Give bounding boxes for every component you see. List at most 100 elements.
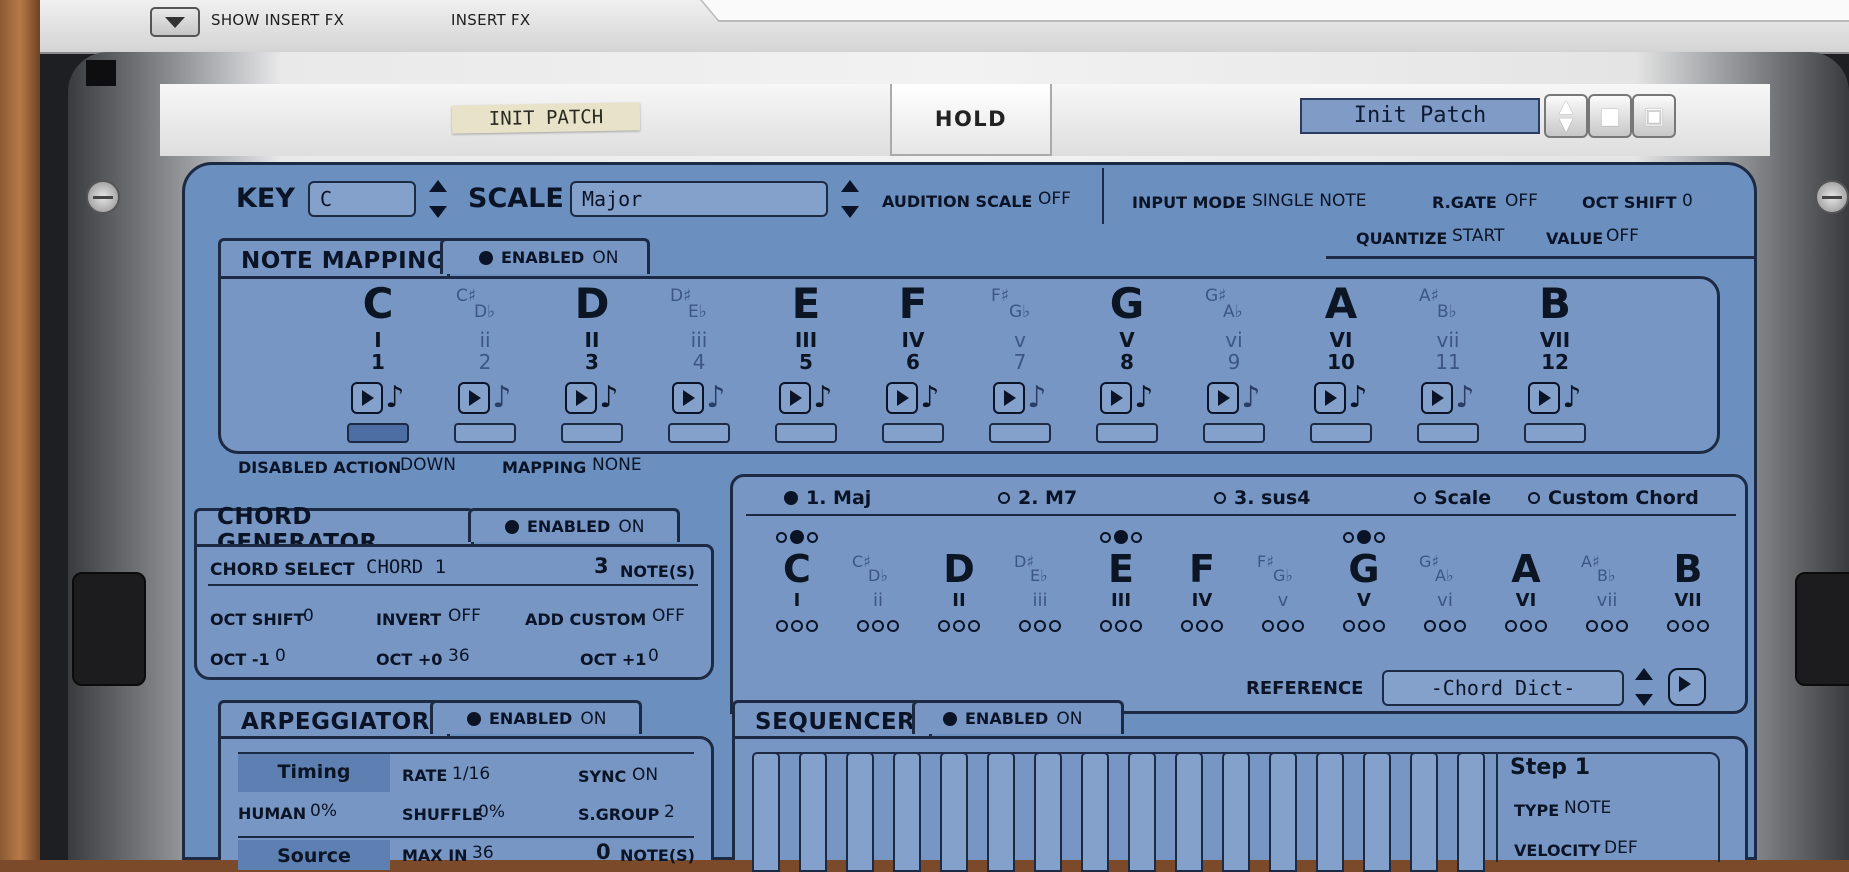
scale-select[interactable]: Major xyxy=(570,181,828,217)
octave-toggle[interactable] xyxy=(1682,620,1694,632)
note-pad[interactable] xyxy=(347,423,409,443)
oct-minus1-value[interactable]: 0 xyxy=(275,646,286,666)
play-note-button[interactable] xyxy=(779,381,812,414)
step-type-value[interactable]: NOTE xyxy=(1564,798,1611,818)
octave-toggle[interactable] xyxy=(1601,620,1613,632)
octave-toggle[interactable] xyxy=(887,620,899,632)
sequencer-step-bar[interactable] xyxy=(1457,752,1485,872)
octave-toggle[interactable] xyxy=(1019,620,1031,632)
octave-toggle[interactable] xyxy=(791,620,803,632)
sequencer-enabled[interactable]: ENABLED ON xyxy=(912,700,1124,734)
chord-note-count[interactable]: 3 xyxy=(594,554,609,578)
octave-toggle[interactable] xyxy=(1277,620,1289,632)
octave-toggle[interactable] xyxy=(1535,620,1547,632)
octave-toggle[interactable] xyxy=(1697,620,1709,632)
chord-option[interactable]: 2. M7 xyxy=(998,487,1077,509)
octave-toggle[interactable] xyxy=(968,620,980,632)
quantize-value[interactable]: START xyxy=(1452,226,1504,246)
play-note-button[interactable] xyxy=(1421,381,1454,414)
patch-browse-updown-button[interactable]: ▲ ▼ xyxy=(1544,94,1588,138)
play-note-button[interactable] xyxy=(565,381,598,414)
octave-toggle[interactable] xyxy=(1454,620,1466,632)
octave-toggle[interactable] xyxy=(1424,620,1436,632)
oct-shift-value[interactable]: 0 xyxy=(1682,191,1693,211)
octave-toggle[interactable] xyxy=(1262,620,1274,632)
chord-oct-shift-value[interactable]: 0 xyxy=(303,606,314,626)
chord-option[interactable]: 3. sus4 xyxy=(1214,487,1310,509)
source-tab[interactable]: Source xyxy=(238,840,390,870)
sequencer-step-bar[interactable] xyxy=(987,752,1015,872)
octave-toggle[interactable] xyxy=(1505,620,1517,632)
play-note-button[interactable] xyxy=(886,381,919,414)
shuffle-value[interactable]: 0% xyxy=(478,802,505,822)
key-updown-icon[interactable] xyxy=(428,180,448,218)
play-note-button[interactable] xyxy=(1528,381,1561,414)
sequencer-step-bar[interactable] xyxy=(752,752,780,872)
play-note-button[interactable] xyxy=(458,381,491,414)
octave-toggle[interactable] xyxy=(872,620,884,632)
patch-name-display[interactable]: Init Patch xyxy=(1300,98,1540,134)
sgroup-value[interactable]: 2 xyxy=(664,802,675,822)
chord-option[interactable]: Custom Chord xyxy=(1528,487,1699,509)
octave-toggle[interactable] xyxy=(1667,620,1679,632)
note-pad[interactable] xyxy=(454,423,516,443)
sequencer-step-bar[interactable] xyxy=(846,752,874,872)
play-note-button[interactable] xyxy=(993,381,1026,414)
octave-toggle[interactable] xyxy=(1211,620,1223,632)
octave-toggle[interactable] xyxy=(806,620,818,632)
add-custom-value[interactable]: OFF xyxy=(652,606,685,626)
sequencer-step-bar[interactable] xyxy=(1410,752,1438,872)
play-note-button[interactable] xyxy=(1314,381,1347,414)
open-folder-button[interactable]: ■ xyxy=(1588,94,1632,138)
play-note-button[interactable] xyxy=(1100,381,1133,414)
note-pad[interactable] xyxy=(775,423,837,443)
note-pad[interactable] xyxy=(561,423,623,443)
note-pad[interactable] xyxy=(1524,423,1586,443)
sequencer-step-bar[interactable] xyxy=(1222,752,1250,872)
scale-updown-icon[interactable] xyxy=(840,180,860,218)
chord-select-value[interactable]: CHORD 1 xyxy=(366,556,446,578)
timing-tab[interactable]: Timing xyxy=(238,752,390,792)
sequencer-step-bar[interactable] xyxy=(1128,752,1156,872)
oct-zero-value[interactable]: 36 xyxy=(448,646,470,666)
show-insert-fx-button[interactable] xyxy=(150,7,200,37)
octave-toggle[interactable] xyxy=(953,620,965,632)
note-pad[interactable] xyxy=(1203,423,1265,443)
rate-value[interactable]: 1/16 xyxy=(452,764,490,784)
note-pad[interactable] xyxy=(989,423,1051,443)
chord-generator-enabled[interactable]: ENABLED ON xyxy=(468,508,680,542)
note-pad[interactable] xyxy=(1310,423,1372,443)
sequencer-step-bar[interactable] xyxy=(893,752,921,872)
note-pad[interactable] xyxy=(1417,423,1479,443)
octave-toggle[interactable] xyxy=(1439,620,1451,632)
save-patch-button[interactable]: ▣ xyxy=(1632,94,1676,138)
note-pad[interactable] xyxy=(882,423,944,443)
sequencer-step-bar[interactable] xyxy=(1175,752,1203,872)
audition-scale-value[interactable]: OFF xyxy=(1038,189,1071,209)
octave-toggle[interactable] xyxy=(1130,620,1142,632)
note-pad[interactable] xyxy=(668,423,730,443)
mapping-value[interactable]: NONE xyxy=(592,455,642,475)
rgate-value[interactable]: OFF xyxy=(1505,191,1538,211)
octave-toggle[interactable] xyxy=(1100,620,1112,632)
octave-toggle[interactable] xyxy=(1358,620,1370,632)
value-value[interactable]: OFF xyxy=(1606,226,1639,246)
human-value[interactable]: 0% xyxy=(310,801,337,821)
note-pad[interactable] xyxy=(1096,423,1158,443)
octave-toggle[interactable] xyxy=(1034,620,1046,632)
chord-option[interactable]: 1. Maj xyxy=(784,487,871,509)
octave-toggle[interactable] xyxy=(1343,620,1355,632)
key-select[interactable]: C xyxy=(308,181,416,217)
chord-option[interactable]: Scale xyxy=(1414,487,1491,509)
max-in-value[interactable]: 36 xyxy=(472,843,494,863)
octave-toggle[interactable] xyxy=(857,620,869,632)
octave-toggle[interactable] xyxy=(1181,620,1193,632)
hold-button[interactable]: HOLD xyxy=(890,84,1052,156)
note-mapping-enabled[interactable]: ENABLED ON xyxy=(440,238,650,274)
play-note-button[interactable] xyxy=(351,381,384,414)
sequencer-step-bar[interactable] xyxy=(1316,752,1344,872)
octave-toggle[interactable] xyxy=(1373,620,1385,632)
sequencer-step-bar[interactable] xyxy=(799,752,827,872)
sequencer-step-bar[interactable] xyxy=(1269,752,1297,872)
play-note-button[interactable] xyxy=(672,381,705,414)
